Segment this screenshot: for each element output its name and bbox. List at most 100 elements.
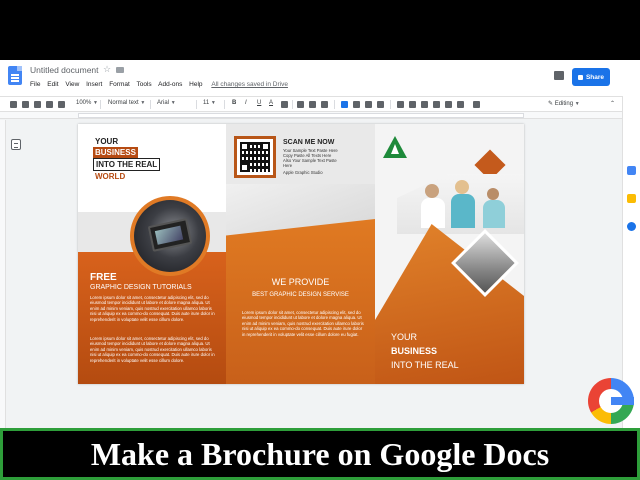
free-heading: FREE (90, 272, 117, 283)
toolbar-divider (100, 100, 101, 109)
toolbar-divider (224, 100, 225, 109)
font-size-select[interactable]: 11 ▼ (203, 100, 216, 106)
clear-formatting-icon[interactable] (473, 101, 480, 108)
caption-text: Make a Brochure on Google Docs (90, 435, 550, 472)
increase-indent-icon[interactable] (457, 101, 464, 108)
menu-bar: File Edit View Insert Format Tools Add-o… (30, 81, 293, 88)
brand-logo-icon (383, 136, 407, 158)
font-select[interactable]: Arial ▼ (157, 100, 176, 106)
editing-mode-select[interactable]: ✎ Editing ▼ (548, 100, 580, 107)
body-paragraph: Lorem ipsum dolor sit amet, consectetur … (90, 336, 215, 363)
collapse-toolbar-icon[interactable]: ⌃ (610, 100, 615, 107)
bold-button[interactable]: B (232, 100, 236, 106)
brochure-panel-left: YOUR BUSINESS INTO THE REAL WORLD FREE G… (78, 124, 226, 384)
we-provide-heading: WE PROVIDE (271, 277, 330, 287)
text-color-button[interactable]: A (269, 100, 273, 106)
chevron-down-icon: ▼ (93, 100, 98, 106)
keep-icon[interactable] (627, 194, 636, 203)
brochure-panel-middle: SCAN ME NOW Your Sample Text Paste Here … (226, 124, 375, 384)
document-outline-icon[interactable] (11, 139, 21, 150)
chevron-down-icon: ▼ (574, 101, 580, 107)
toolbar-divider (196, 100, 197, 109)
menu-insert[interactable]: Insert (86, 81, 102, 88)
print-icon[interactable] (34, 101, 41, 108)
align-right-icon[interactable] (365, 101, 372, 108)
orange-section (226, 219, 375, 384)
qr-code-image (234, 136, 276, 178)
share-button[interactable]: Share (572, 68, 610, 86)
pencil-icon: ✎ (548, 101, 554, 107)
your-line: YOUR (391, 332, 418, 342)
side-panel (622, 96, 640, 480)
scan-text-line: Here (283, 163, 293, 168)
free-subheading: GRAPHIC DESIGN TUTORIALS (90, 284, 192, 291)
numbered-list-icon[interactable] (421, 101, 428, 108)
business-line: BUSINESS (391, 346, 438, 356)
calendar-icon[interactable] (627, 166, 636, 175)
align-justify-icon[interactable] (377, 101, 384, 108)
toolbar-divider (390, 100, 391, 109)
checklist-icon[interactable] (409, 101, 416, 108)
lock-icon (577, 74, 583, 80)
team-photo (397, 174, 524, 234)
saved-status-link[interactable]: All changes saved in Drive (211, 81, 288, 88)
decrease-indent-icon[interactable] (445, 101, 452, 108)
scan-me-title: SCAN ME NOW (283, 139, 335, 146)
italic-button[interactable]: I (245, 100, 247, 106)
document-title[interactable]: Untitled document (30, 65, 99, 75)
heading-line: YOUR (95, 137, 119, 146)
align-left-icon[interactable] (341, 101, 348, 108)
docs-logo-icon[interactable] (8, 66, 22, 85)
toolbar-divider (150, 100, 151, 109)
insert-image-icon[interactable] (321, 101, 328, 108)
chevron-down-icon: ▼ (140, 100, 146, 106)
heading-line: BUSINESS (93, 147, 138, 158)
docs-window: Untitled document ☆ File Edit View Inser… (0, 60, 640, 480)
chevron-down-icon: ▼ (210, 100, 216, 106)
underline-button[interactable]: U (257, 100, 261, 106)
folder-icon[interactable] (116, 67, 124, 73)
style-select[interactable]: Normal text ▼ (108, 100, 145, 106)
highlight-icon[interactable] (281, 101, 288, 108)
undo-icon[interactable] (10, 101, 17, 108)
body-paragraph: Lorem ipsum dolor sit amet, consectetur … (242, 310, 364, 337)
menu-edit[interactable]: Edit (47, 81, 58, 88)
share-label: Share (585, 73, 605, 81)
chevron-down-icon: ▼ (170, 100, 176, 106)
tablet-photo (130, 196, 210, 276)
menu-help[interactable]: Help (189, 81, 202, 88)
link-icon[interactable] (297, 101, 304, 108)
bulleted-list-icon[interactable] (433, 101, 440, 108)
menu-addons[interactable]: Add-ons (158, 81, 182, 88)
comments-icon[interactable] (554, 71, 564, 80)
star-icon[interactable]: ☆ (103, 64, 111, 75)
formatting-toolbar: 100% ▼ Normal text ▼ Arial ▼ 11 ▼ B I U … (0, 96, 622, 112)
toolbar-divider (334, 100, 335, 109)
spellcheck-icon[interactable] (46, 101, 53, 108)
vertical-ruler[interactable] (0, 120, 6, 480)
comment-add-icon[interactable] (309, 101, 316, 108)
tasks-icon[interactable] (627, 222, 636, 231)
toolbar-divider (292, 100, 293, 109)
title-bar: Untitled document ☆ File Edit View Inser… (0, 60, 640, 96)
menu-tools[interactable]: Tools (136, 81, 151, 88)
menu-format[interactable]: Format (109, 81, 130, 88)
caption-banner: Make a Brochure on Google Docs (0, 428, 640, 480)
horizontal-ruler[interactable] (0, 112, 622, 119)
menu-file[interactable]: File (30, 81, 40, 88)
align-center-icon[interactable] (353, 101, 360, 108)
your-business-text: YOUR BUSINESS INTO THE REAL (391, 330, 459, 372)
zoom-select[interactable]: 100% ▼ (76, 100, 98, 106)
document-page[interactable]: YOUR BUSINESS INTO THE REAL WORLD FREE G… (78, 124, 524, 384)
into-line: INTO THE REAL (391, 360, 459, 370)
google-logo (588, 378, 634, 424)
heading-line: INTO THE REAL (93, 158, 161, 171)
redo-icon[interactable] (22, 101, 29, 108)
brochure-panel-right: YOUR BUSINESS INTO THE REAL (375, 124, 524, 384)
scan-text-line: Apple Graphic Studio (283, 170, 323, 175)
heading-line: WORLD (95, 172, 126, 181)
paint-format-icon[interactable] (58, 101, 65, 108)
heading-your-business: YOUR BUSINESS INTO THE REAL WORLD (93, 136, 161, 182)
line-spacing-icon[interactable] (397, 101, 404, 108)
menu-view[interactable]: View (65, 81, 79, 88)
